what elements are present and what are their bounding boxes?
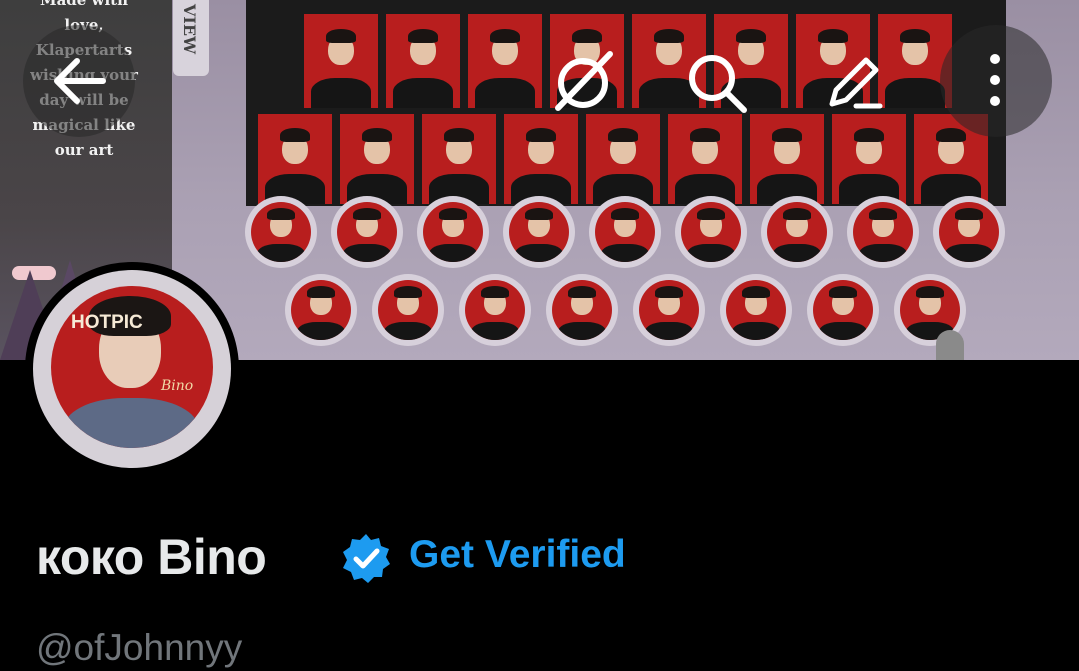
poster-photo xyxy=(340,114,414,204)
avatar-tag: Bino xyxy=(161,378,194,394)
banner-circle-photo xyxy=(847,196,919,268)
poster-photo xyxy=(750,114,824,204)
banner-circle-photo xyxy=(372,274,444,346)
more-button[interactable] xyxy=(940,25,1052,137)
banner-circle-photo xyxy=(720,274,792,346)
banner-circle-photo xyxy=(285,274,357,346)
poster-photo xyxy=(258,114,332,204)
poster-photo xyxy=(422,114,496,204)
pencil-icon[interactable] xyxy=(822,48,888,114)
banner-circle-photo xyxy=(589,196,661,268)
banner-circle-photo xyxy=(633,274,705,346)
get-verified-link[interactable]: Get Verified xyxy=(409,533,626,577)
profile-handle: @ofJohnnyy xyxy=(36,627,243,668)
scrollbar[interactable] xyxy=(936,330,964,360)
poster-photo xyxy=(504,114,578,204)
poster-photo xyxy=(304,14,378,108)
banner-circle-photo xyxy=(807,274,879,346)
poster-photo xyxy=(586,114,660,204)
poster-photo xyxy=(468,14,542,108)
avatar-hotpic-label: HOTPIC xyxy=(71,312,143,333)
search-icon[interactable] xyxy=(684,50,750,116)
poster-photo xyxy=(832,114,906,204)
banner-circle-photo xyxy=(675,196,747,268)
banner-circle-photo xyxy=(546,274,618,346)
profile-avatar[interactable]: HOTPIC Bino xyxy=(25,262,239,476)
poster-photo xyxy=(386,14,460,108)
back-button[interactable] xyxy=(23,25,135,137)
banner-circle-photo xyxy=(331,196,403,268)
verified-badge-icon[interactable] xyxy=(340,532,392,584)
display-name: коко Bino xyxy=(36,529,267,585)
back-arrow-icon xyxy=(54,58,106,104)
banner-circle-photo xyxy=(503,196,575,268)
more-vertical-icon xyxy=(990,54,1000,106)
banner-circle-photo xyxy=(933,196,1005,268)
view-tab: VIEW xyxy=(173,0,209,76)
banner-circle-photo xyxy=(459,274,531,346)
poster-photo xyxy=(668,114,742,204)
banner-circle-photo xyxy=(417,196,489,268)
banner-circle-photo xyxy=(761,196,833,268)
banner-poster xyxy=(246,0,1006,206)
grok-icon[interactable] xyxy=(548,48,618,118)
banner-circle-photo xyxy=(245,196,317,268)
